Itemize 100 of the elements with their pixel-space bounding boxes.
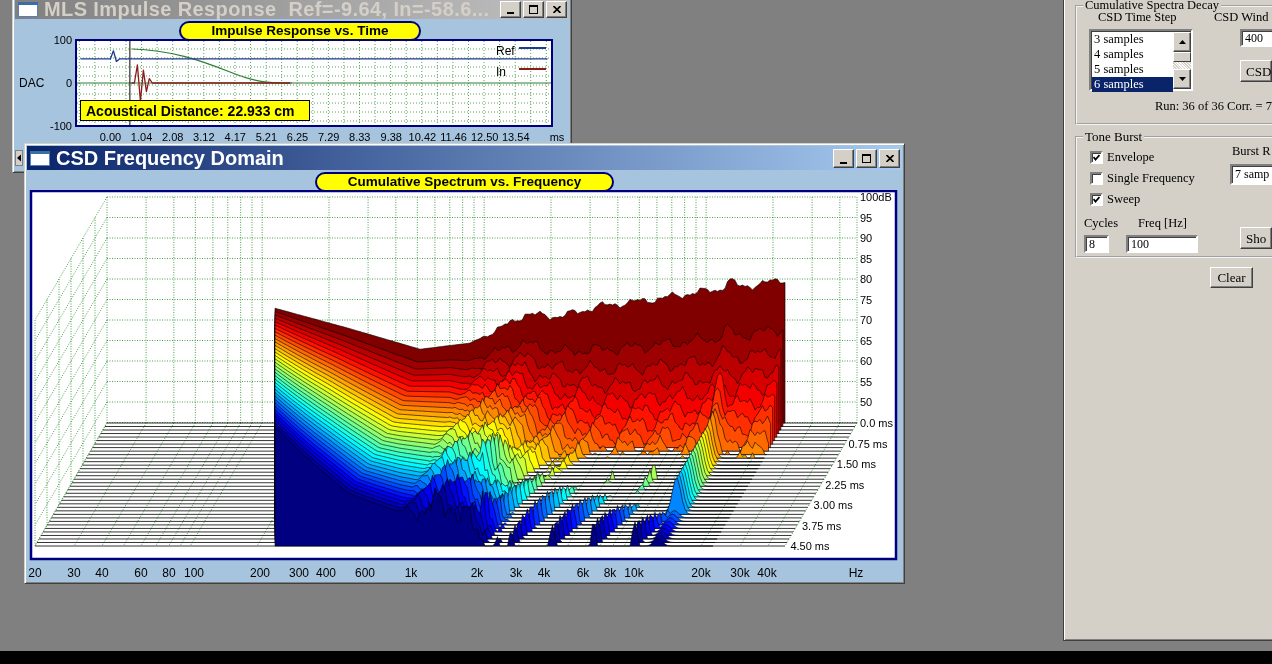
checkbox[interactable] xyxy=(1090,151,1103,164)
x-tick-label: 7.29 xyxy=(317,131,340,143)
x-tick-label: 5.21 xyxy=(255,131,278,143)
field-label: Burst R xyxy=(1232,145,1272,158)
frequency-tick-label: 100 xyxy=(184,566,204,580)
y-tick-label: 100 xyxy=(53,34,72,46)
x-tick-label: 1.04 xyxy=(130,131,153,143)
x-tick-label: 3.12 xyxy=(193,131,215,143)
list-item[interactable]: 5 samples xyxy=(1092,62,1173,77)
tick-icon xyxy=(1093,196,1100,203)
frequency-tick-label: 1k xyxy=(404,566,418,580)
list-item[interactable]: 4 samples xyxy=(1092,47,1173,62)
frequency-tick-label: 200 xyxy=(250,566,270,580)
list-box[interactable]: 3 samples 4 samples 5 samples 6 samples xyxy=(1089,29,1193,91)
frequency-tick-label: 300 xyxy=(289,566,309,580)
input-field[interactable]: 400 xyxy=(1240,29,1272,47)
minimize-icon xyxy=(840,161,847,164)
frequency-tick-label: 30 xyxy=(67,566,81,580)
left-arrow-icon xyxy=(17,154,21,162)
group-title: Cumulative Spectra Decay xyxy=(1084,0,1219,11)
checkbox[interactable] xyxy=(1090,193,1103,206)
list-item[interactable]: 6 samples xyxy=(1092,77,1173,92)
level-tick-label: 50 xyxy=(860,396,873,408)
input-field[interactable]: 7 samp xyxy=(1230,164,1272,185)
x-tick-label: 4.17 xyxy=(224,131,246,143)
maximize-button[interactable] xyxy=(856,148,877,168)
x-tick-label: 13.54 xyxy=(502,131,530,143)
level-tick-label: 95 xyxy=(860,211,873,224)
minimize-button[interactable] xyxy=(500,1,521,18)
level-tick-label: 70 xyxy=(860,314,873,326)
frequency-tick-label: 30k xyxy=(730,566,750,580)
level-tick-label: 65 xyxy=(860,334,873,347)
level-tick-label: 75 xyxy=(860,293,873,306)
frequency-tick-label: 6k xyxy=(576,566,590,580)
frequency-tick-label: 2k xyxy=(470,566,484,580)
y-tick-label: -100 xyxy=(49,120,72,132)
time-tick-label: 3.00 ms xyxy=(813,499,853,511)
time-tick-label: 0.75 ms xyxy=(848,437,888,450)
tick-icon xyxy=(1093,154,1100,161)
frequency-tick-label: 20 xyxy=(28,566,42,580)
frequency-tick-label: 20k xyxy=(691,566,711,580)
x-tick-label: 2.08 xyxy=(162,131,184,143)
group-title: Tone Burst xyxy=(1084,130,1144,143)
field-label: CSD Time Step xyxy=(1098,11,1177,24)
frequency-tick-label: 10k xyxy=(624,566,644,580)
close-button[interactable] xyxy=(546,1,567,18)
frequency-tick-label: 40k xyxy=(757,566,777,580)
level-tick-label: 85 xyxy=(860,252,873,265)
list-item[interactable]: 3 samples xyxy=(1092,32,1173,47)
minimize-button[interactable] xyxy=(833,148,854,168)
frequency-tick-label: 400 xyxy=(316,566,336,580)
window-title: CSD Frequency Domain xyxy=(56,148,284,168)
legend-label: In xyxy=(496,65,506,79)
checkbox-label: Envelope xyxy=(1107,151,1155,164)
csd-button[interactable]: CSD xyxy=(1240,60,1272,82)
field-label: Freq [Hz] xyxy=(1138,217,1187,230)
close-icon xyxy=(885,154,894,162)
field-label: CSD Wind xyxy=(1214,11,1269,24)
level-tick-label: 90 xyxy=(860,232,873,244)
scroll-down-button[interactable] xyxy=(1173,69,1191,89)
x-tick-label: 11.46 xyxy=(440,131,467,143)
frequency-tick-label: 3k xyxy=(509,566,523,580)
down-arrow-icon xyxy=(1178,77,1186,81)
scrollbar-thumb[interactable] xyxy=(1173,52,1191,62)
x-tick-label: 8.33 xyxy=(349,131,371,143)
scroll-up-button[interactable] xyxy=(1173,32,1191,52)
x-tick-label: 9.38 xyxy=(380,131,402,143)
close-button[interactable] xyxy=(879,148,900,168)
window-icon xyxy=(30,150,50,166)
maximize-button[interactable] xyxy=(523,1,544,18)
minimize-icon xyxy=(507,12,514,14)
frequency-tick-label: 40 xyxy=(95,566,109,580)
input-field[interactable]: 100 xyxy=(1126,235,1198,253)
x-tick-label: 6.25 xyxy=(286,131,309,143)
show-button[interactable]: Sho xyxy=(1240,227,1272,249)
distance-readout: Acoustical Distance: 22.933 cm xyxy=(80,100,310,121)
legend-label: Ref xyxy=(496,44,515,58)
input-field[interactable]: 8 xyxy=(1084,235,1109,253)
scroll-left-button[interactable] xyxy=(15,150,23,166)
time-tick-label: 1.50 ms xyxy=(836,458,876,470)
time-tick-label: 0.0 ms xyxy=(860,417,893,429)
window-icon xyxy=(18,2,38,17)
chart-title: Impulse Response vs. Time xyxy=(178,21,422,41)
frequency-tick-label: 60 xyxy=(134,566,148,580)
status-text: Run: 36 of 36 Corr. = 7 xyxy=(1153,100,1272,113)
x-tick-label: 0.00 xyxy=(99,131,122,143)
frequency-tick-label: 600 xyxy=(355,566,375,580)
x-tick-label: 10.42 xyxy=(408,131,437,143)
checkbox[interactable] xyxy=(1090,172,1103,185)
level-tick-label: 60 xyxy=(860,355,873,367)
close-icon xyxy=(552,6,561,13)
frequency-tick-label: 4k xyxy=(537,566,551,580)
maximize-icon xyxy=(529,5,538,14)
chart-title: Cumulative Spectrum vs. Frequency xyxy=(314,172,615,192)
time-tick-label: 2.25 ms xyxy=(825,478,865,491)
field-label: Cycles xyxy=(1084,217,1120,230)
level-tick-label: 80 xyxy=(860,273,873,285)
clear-button[interactable]: Clear xyxy=(1210,267,1253,288)
maximize-icon xyxy=(862,153,871,163)
frequency-tick-label: 8k xyxy=(603,566,617,580)
